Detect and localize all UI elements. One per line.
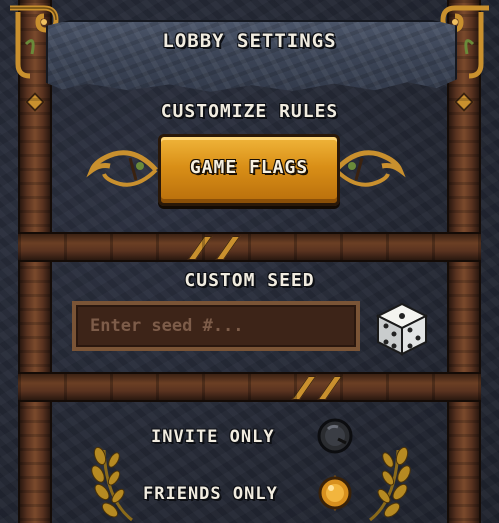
friends-only-toggle[interactable] [316, 474, 354, 512]
beam-brace-icon [317, 376, 343, 400]
custom-seed-heading: CUSTOM SEED [184, 270, 315, 291]
beam-brace-icon [215, 236, 241, 260]
left-wing-ornament-icon [86, 150, 158, 187]
laurel-right-icon [369, 446, 411, 522]
dice-icon[interactable] [374, 300, 430, 356]
page-title: LOBBY SETTINGS [162, 30, 337, 52]
invite-only-label: INVITE ONLY [151, 427, 275, 447]
lobby-settings-panel: LOBBY SETTINGS CUSTOMIZE RULES GAME FLAG… [0, 0, 499, 523]
laurel-left-icon [91, 446, 133, 522]
wood-beam-divider [18, 232, 481, 262]
seed-input[interactable] [72, 301, 360, 351]
wood-beam-divider [18, 372, 481, 402]
beam-brace-icon [187, 236, 213, 260]
invite-only-toggle[interactable] [316, 417, 354, 455]
customize-rules-heading: CUSTOMIZE RULES [160, 101, 339, 122]
friends-only-label: FRIENDS ONLY [143, 484, 278, 504]
beam-brace-icon [291, 376, 317, 400]
right-wing-ornament-icon [334, 150, 406, 187]
game-flags-button[interactable]: GAME FLAGS [158, 134, 340, 206]
game-flags-button-label: GAME FLAGS [189, 157, 309, 178]
